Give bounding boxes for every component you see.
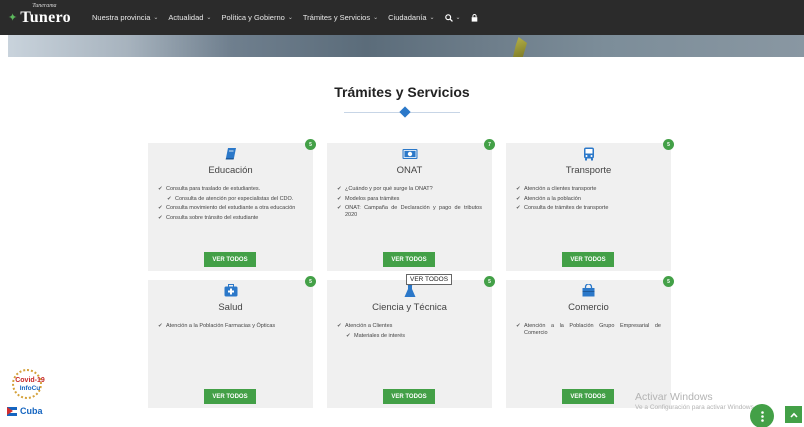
chevron-down-icon: ⌄ bbox=[206, 15, 212, 21]
covid-ring-graphic bbox=[12, 369, 42, 399]
nav-item-ciudadania[interactable]: Ciudadanía ⌄ bbox=[388, 13, 434, 22]
cuba-flag-icon bbox=[7, 406, 17, 416]
card-link[interactable]: ONAT: Campaña de Declaración y pago de t… bbox=[337, 205, 482, 218]
floating-menu-button[interactable] bbox=[750, 404, 774, 427]
card-link[interactable]: Consulta para traslado de estudiantes. bbox=[158, 186, 303, 193]
card-link[interactable]: Atención a clientes transporte bbox=[516, 186, 661, 193]
service-card-onat: 7 ONAT ¿Cuándo y por qué surge la ONAT? … bbox=[327, 139, 495, 271]
search-icon bbox=[444, 13, 453, 22]
card-link[interactable]: Atención a Clientes bbox=[337, 323, 482, 330]
chevron-up-icon bbox=[789, 412, 798, 418]
bus-icon bbox=[583, 147, 594, 161]
service-card-ciencia-tecnica: 5 Ciencia y Técnica Atención a Clientes … bbox=[327, 276, 495, 408]
service-card-educacion: 5 Educación Consulta para traslado de es… bbox=[148, 139, 316, 271]
chevron-down-icon: ⌄ bbox=[429, 15, 435, 21]
logo-leaf-icon: ✦ bbox=[8, 12, 18, 24]
ver-todos-button[interactable]: VER TODOS bbox=[383, 252, 435, 267]
nav-item-politica-gobierno[interactable]: Política y Gobierno ⌄ bbox=[221, 13, 292, 22]
scroll-to-top-button[interactable] bbox=[785, 406, 802, 423]
card-title: ONAT bbox=[396, 165, 423, 176]
lock-icon bbox=[471, 13, 477, 22]
chevron-down-icon: ⌄ bbox=[153, 15, 159, 21]
card-link[interactable]: ¿Cuándo y por qué surge la ONAT? bbox=[337, 186, 482, 193]
medkit-icon bbox=[224, 284, 237, 297]
title-diamond-icon bbox=[399, 106, 411, 118]
flask-icon bbox=[404, 284, 415, 297]
nav-item-tramites-servicios[interactable]: Trámites y Servicios ⌄ bbox=[303, 13, 378, 22]
chevron-down-icon: ⌄ bbox=[455, 15, 461, 21]
card-link-list: Atención a la Población Farmacias y Ópti… bbox=[158, 323, 303, 333]
card-title: Transporte bbox=[565, 165, 612, 176]
ver-todos-tooltip: VER TODOS bbox=[406, 274, 453, 285]
card-link-list: Atención a la Población Grupo Empresaria… bbox=[516, 323, 661, 339]
covid-badge-title: Covid-19 bbox=[15, 377, 45, 384]
cuba-link[interactable]: Cuba bbox=[7, 406, 43, 416]
card-title: Comercio bbox=[568, 302, 609, 313]
card-link[interactable]: Consulta sobre tránsito del estudiante bbox=[158, 215, 303, 222]
login-button[interactable] bbox=[471, 13, 478, 22]
section-title: Trámites y Servicios bbox=[334, 84, 470, 100]
chevron-down-icon: ⌄ bbox=[287, 15, 293, 21]
search-button[interactable]: ⌄ bbox=[444, 13, 461, 22]
banner-plant-graphic bbox=[513, 37, 527, 57]
card-link[interactable]: Atención a la Población Grupo Empresaria… bbox=[516, 323, 661, 336]
service-card-comercio: 5 Comercio Atención a la Población Grupo… bbox=[506, 276, 674, 408]
nav-item-actualidad[interactable]: Actualidad ⌄ bbox=[168, 13, 211, 22]
top-navbar: ✦ Tunerama Tunero Nuestra provincia ⌄ Act… bbox=[0, 0, 804, 35]
card-link[interactable]: Modelos para trámites bbox=[337, 196, 482, 203]
ver-todos-button[interactable]: VER TODOS bbox=[204, 389, 256, 404]
more-vertical-icon bbox=[760, 410, 764, 422]
card-link-list: ¿Cuándo y por qué surge la ONAT? Modelos… bbox=[337, 186, 482, 221]
service-card-salud: 5 Salud Atención a la Población Farmacia… bbox=[148, 276, 316, 408]
ver-todos-button[interactable]: VER TODOS bbox=[204, 252, 256, 267]
card-link-list: Atención a Clientes Materiales de interé… bbox=[337, 323, 482, 342]
logo-title: Tunero bbox=[20, 8, 71, 26]
book-icon bbox=[225, 148, 236, 160]
money-icon bbox=[402, 149, 417, 159]
nav-item-nuestra-provincia[interactable]: Nuestra provincia ⌄ bbox=[92, 13, 158, 22]
ver-todos-button[interactable]: VER TODOS bbox=[562, 252, 614, 267]
service-card-transporte: 5 Transporte Atención a clientes transpo… bbox=[506, 139, 674, 271]
ver-todos-button[interactable]: VER TODOS bbox=[383, 389, 435, 404]
logo-subtitle: Tunerama bbox=[32, 2, 57, 9]
card-link-list: Atención a clientes transporte Atención … bbox=[516, 186, 661, 215]
cuba-label: Cuba bbox=[20, 406, 43, 416]
card-link[interactable]: Materiales de interés bbox=[346, 333, 482, 340]
header-banner-image bbox=[8, 35, 804, 57]
card-link-list: Consulta para traslado de estudiantes. C… bbox=[158, 186, 303, 224]
main-menu: Nuestra provincia ⌄ Actualidad ⌄ Política … bbox=[92, 0, 488, 35]
ver-todos-button[interactable]: VER TODOS bbox=[562, 389, 614, 404]
activate-windows-watermark: Activar Windows Ve a Configuración para … bbox=[635, 391, 756, 411]
card-link[interactable]: Atención a la Población Farmacias y Ópti… bbox=[158, 323, 303, 330]
card-link[interactable]: Atención a la población bbox=[516, 196, 661, 203]
card-title: Salud bbox=[218, 302, 243, 313]
shopping-bag-icon bbox=[582, 283, 595, 297]
covid-info-badge[interactable]: Covid-19 InfoCu bbox=[8, 368, 52, 400]
chevron-down-icon: ⌄ bbox=[373, 15, 379, 21]
site-logo[interactable]: ✦ Tunerama Tunero bbox=[8, 3, 92, 27]
card-link[interactable]: Consulta de atención por especialistas d… bbox=[167, 196, 303, 203]
card-link[interactable]: Consulta movimiento del estudiante a otr… bbox=[158, 205, 303, 212]
covid-badge-subtitle: InfoCu bbox=[19, 385, 41, 392]
card-link[interactable]: Consulta de trámites de transporte bbox=[516, 205, 661, 212]
card-title: Educación bbox=[208, 165, 253, 176]
card-title: Ciencia y Técnica bbox=[372, 302, 447, 313]
